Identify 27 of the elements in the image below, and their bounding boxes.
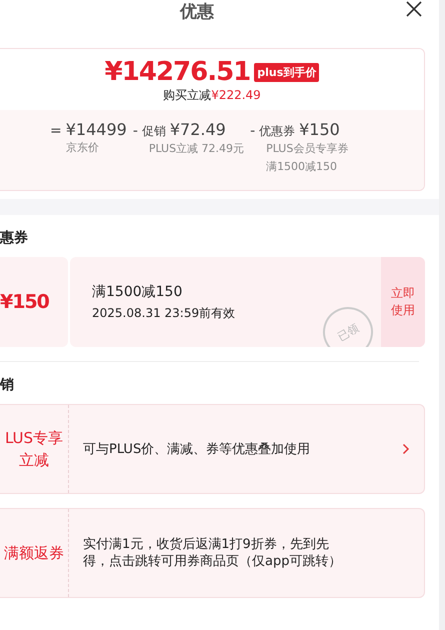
promo-description: 实付满1元，收货后返满1打9折券，先到先得，点击跳转可用券商品页（仅app可跳转） [82,536,342,570]
promo-tag: LUS专享立减 [0,405,69,493]
price-tag: plus到手价 [254,62,320,82]
operator: - [132,123,138,139]
promo-card[interactable]: LUS专享立减 可与PLUS价、满减、券等优惠叠加使用 [0,404,425,494]
item-note: 满1500减150 [265,159,338,175]
amount: ¥150 [299,120,340,139]
operator: = [50,123,62,139]
saving-amount: ¥222.49 [211,88,261,102]
promo-tag: 满额返券 [0,509,69,597]
item-note: PLUS立减 72.49元 [148,141,244,157]
coupon-validity: 2025.08.31 23:59前有效 [92,304,236,322]
item-note: PLUS会员专享券 [265,141,348,157]
close-icon[interactable] [405,0,423,18]
amount: ¥14499 [66,120,127,139]
item-label: 优惠券 [259,123,296,140]
saving-label: 购买立减 [163,88,212,102]
promo-description: 可与PLUS价、满减、券等优惠叠加使用 [82,440,312,458]
item-note: 京东价 [65,140,100,156]
final-price: ¥14276.51 [104,57,250,87]
item-label: 促销 [142,123,166,140]
operator: - [250,123,256,139]
coupon-condition: 满1500减150 [92,282,184,300]
amount: ¥72.49 [170,120,226,139]
coupon-value: ¥150 [0,291,49,313]
dialog-title: 优惠 [180,1,214,23]
promo-card[interactable]: 满额返券 实付满1元，收货后返满1打9折券，先到先得，点击跳转可用券商品页（仅app可跳转） [0,508,425,598]
